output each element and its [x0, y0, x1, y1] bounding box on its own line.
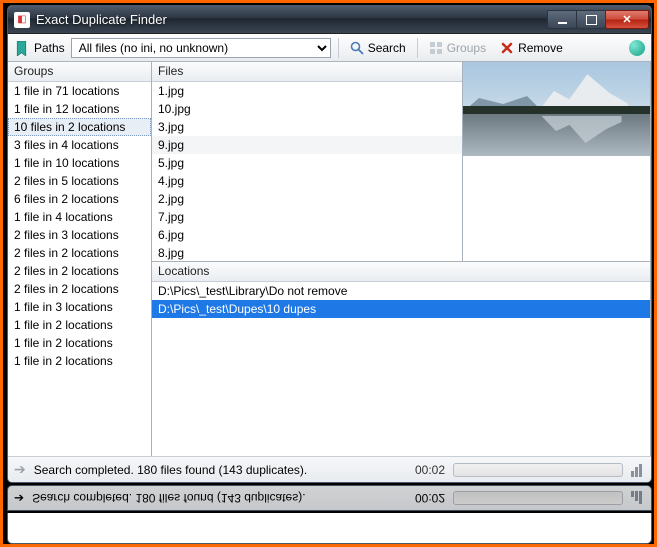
toolbar: Paths All files (no ini, no unknown) Sea…: [8, 34, 651, 62]
list-item[interactable]: 2 files in 2 locations: [8, 280, 151, 298]
list-item[interactable]: 2 files in 5 locations: [8, 172, 151, 190]
status-time: 00:02: [415, 463, 445, 477]
groups-icon: [429, 40, 443, 56]
arrow-right-icon: ➔: [14, 461, 26, 478]
separator: [417, 38, 418, 58]
locations-pane: Locations D:\Pics\_test\Library\Do not r…: [152, 262, 651, 456]
list-item[interactable]: 6.jpg: [152, 226, 462, 244]
locations-header: Locations: [152, 262, 650, 282]
files-list[interactable]: 1.jpg10.jpg3.jpg9.jpg5.jpg4.jpg2.jpg7.jp…: [152, 82, 462, 261]
list-item[interactable]: 2 files in 3 locations: [8, 226, 151, 244]
list-item[interactable]: 9.jpg: [152, 136, 462, 154]
groups-button[interactable]: Groups: [425, 38, 490, 58]
groups-list[interactable]: 1 file in 71 locations1 file in 12 locat…: [8, 82, 151, 456]
list-item[interactable]: 1 file in 71 locations: [8, 82, 151, 100]
magnifier-icon: [350, 40, 364, 56]
list-item[interactable]: 4.jpg: [152, 172, 462, 190]
stats-icon[interactable]: [631, 463, 645, 477]
statusbar: ➔ Search completed. 180 files found (143…: [8, 456, 651, 482]
help-icon[interactable]: [629, 40, 645, 56]
reflection-decoration-blank: [7, 513, 652, 544]
separator: [338, 38, 339, 58]
titlebar[interactable]: ◧ Exact Duplicate Finder: [8, 6, 651, 34]
list-item[interactable]: 3 files in 4 locations: [8, 136, 151, 154]
list-item[interactable]: 7.jpg: [152, 208, 462, 226]
list-item[interactable]: 1.jpg: [152, 82, 462, 100]
list-item[interactable]: 10.jpg: [152, 100, 462, 118]
preview-image: [463, 62, 650, 156]
maximize-button[interactable]: [576, 10, 606, 29]
list-item[interactable]: 1 file in 4 locations: [8, 208, 151, 226]
list-item[interactable]: 5.jpg: [152, 154, 462, 172]
status-message: Search completed. 180 files found (143 d…: [34, 463, 407, 477]
list-item[interactable]: 1 file in 2 locations: [8, 334, 151, 352]
locations-list[interactable]: D:\Pics\_test\Library\Do not removeD:\Pi…: [152, 282, 650, 456]
groups-pane: Groups 1 file in 71 locations1 file in 1…: [8, 62, 152, 456]
list-item[interactable]: 1 file in 2 locations: [8, 316, 151, 334]
list-item[interactable]: 3.jpg: [152, 118, 462, 136]
groups-label: Groups: [447, 41, 486, 55]
list-item[interactable]: 2.jpg: [152, 190, 462, 208]
list-item[interactable]: D:\Pics\_test\Dupes\10 dupes: [152, 300, 650, 318]
search-label: Search: [368, 41, 406, 55]
files-header: Files: [152, 62, 462, 82]
remove-button[interactable]: Remove: [496, 38, 567, 58]
bookmark-icon: [14, 40, 28, 56]
list-item[interactable]: 1 file in 10 locations: [8, 154, 151, 172]
list-item[interactable]: 6 files in 2 locations: [8, 190, 151, 208]
preview-pane: [463, 62, 651, 261]
files-pane: Files 1.jpg10.jpg3.jpg9.jpg5.jpg4.jpg2.j…: [152, 62, 463, 261]
app-window: ◧ Exact Duplicate Finder Paths All files…: [7, 5, 652, 483]
list-item[interactable]: D:\Pics\_test\Library\Do not remove: [152, 282, 650, 300]
list-item[interactable]: 2 files in 2 locations: [8, 262, 151, 280]
groups-header: Groups: [8, 62, 151, 82]
filter-select[interactable]: All files (no ini, no unknown): [71, 38, 331, 58]
list-item[interactable]: 8.jpg: [152, 244, 462, 261]
progress-bar: [453, 463, 623, 477]
close-button[interactable]: [605, 10, 649, 29]
list-item[interactable]: 10 files in 2 locations: [8, 118, 151, 136]
list-item[interactable]: 2 files in 2 locations: [8, 244, 151, 262]
remove-icon: [500, 40, 514, 56]
paths-label[interactable]: Paths: [34, 41, 65, 55]
search-button[interactable]: Search: [346, 38, 410, 58]
list-item[interactable]: 1 file in 2 locations: [8, 352, 151, 370]
reflection-decoration: ➔ Search completed. 180 files found (143…: [7, 485, 652, 511]
app-icon: ◧: [14, 12, 30, 28]
list-item[interactable]: 1 file in 12 locations: [8, 100, 151, 118]
list-item[interactable]: 1 file in 3 locations: [8, 298, 151, 316]
minimize-button[interactable]: [547, 10, 577, 29]
remove-label: Remove: [518, 41, 563, 55]
window-title: Exact Duplicate Finder: [36, 12, 548, 27]
